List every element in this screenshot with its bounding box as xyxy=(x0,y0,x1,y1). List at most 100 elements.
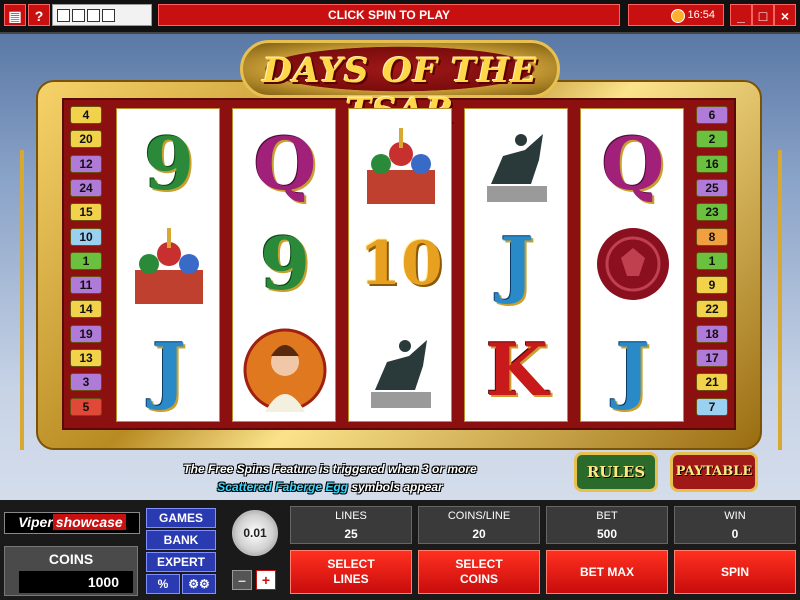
payline-marker-left[interactable]: 11 xyxy=(70,276,102,295)
spire-decoration xyxy=(778,150,782,450)
expert-button[interactable]: EXPERT xyxy=(146,552,216,572)
brand-right: showcase xyxy=(52,514,126,530)
win-label: WIN xyxy=(724,510,746,522)
symbol-nine: 9 xyxy=(143,121,195,206)
game-logo: DAYS OF THE TSAR xyxy=(240,40,560,131)
payline-marker-right[interactable]: 6 xyxy=(696,106,728,124)
coins-label: COINS xyxy=(48,551,94,567)
checkbox-icon[interactable] xyxy=(57,8,70,22)
reel-4: J K xyxy=(464,108,568,422)
rules-button[interactable]: RULES xyxy=(574,452,658,492)
lines-value: 25 xyxy=(344,527,358,541)
spin-button[interactable]: SPIN xyxy=(674,550,796,594)
symbol-nine: 9 xyxy=(259,221,311,306)
payline-marker-right[interactable]: 8 xyxy=(696,227,728,246)
checkbox-icon[interactable] xyxy=(87,8,100,22)
payline-marker-left[interactable]: 24 xyxy=(70,178,102,197)
games-button[interactable]: GAMES xyxy=(146,508,216,528)
checkbox-icon[interactable] xyxy=(102,8,115,22)
clock-icon xyxy=(671,9,685,23)
payline-marker-left[interactable]: 4 xyxy=(70,106,102,124)
reel-3: 10 xyxy=(348,108,452,422)
gear-icon: ⚙⚙ xyxy=(188,577,210,591)
status-message: CLICK SPIN TO PLAY xyxy=(158,4,620,26)
clock: 16:54 xyxy=(628,4,724,26)
lines-label: LINES xyxy=(335,510,367,522)
payline-marker-right[interactable]: 21 xyxy=(696,373,728,392)
brand-left: Viper xyxy=(18,514,53,530)
coin-increase-button[interactable]: + xyxy=(256,570,276,590)
select-lines-label: SELECT LINES xyxy=(327,557,375,586)
coins-box: COINS 1000 xyxy=(4,546,138,596)
feature-info-highlight: Scattered Faberge Egg xyxy=(217,480,348,494)
brand-logo: Viper showcase xyxy=(4,512,140,534)
payline-marker-right[interactable]: 22 xyxy=(696,300,728,319)
bet-max-button[interactable]: BET MAX xyxy=(546,550,668,594)
coins-per-line-value: 20 xyxy=(472,527,486,541)
reel-5: Q J xyxy=(580,108,684,422)
payline-marker-left[interactable]: 15 xyxy=(70,203,102,222)
coins-value: 1000 xyxy=(19,571,133,593)
win-display: WIN 0 xyxy=(674,506,796,544)
symbol-queen: Q xyxy=(601,121,665,206)
feature-info-rest: symbols appear xyxy=(348,480,443,494)
symbol-queen: Q xyxy=(253,121,317,206)
checkbox-icon[interactable] xyxy=(72,8,85,22)
payline-marker-left[interactable]: 13 xyxy=(70,349,102,367)
coin-size-chip[interactable]: 0.01 xyxy=(232,510,278,556)
select-coins-button[interactable]: SELECT COINS xyxy=(418,550,540,594)
payline-marker-right[interactable]: 25 xyxy=(696,178,728,197)
cathedral-icon xyxy=(357,117,445,211)
menu-button[interactable]: ▤ xyxy=(4,4,26,26)
feature-info-line1: The Free Spins Feature is triggered when… xyxy=(183,462,477,476)
spire-decoration xyxy=(20,150,24,450)
payline-marker-left[interactable]: 3 xyxy=(70,373,102,392)
payline-marker-right[interactable]: 18 xyxy=(696,324,728,343)
select-lines-button[interactable]: SELECT LINES xyxy=(290,550,412,594)
help-button[interactable]: ? xyxy=(28,4,50,26)
payline-marker-left[interactable]: 5 xyxy=(70,397,102,416)
coin-decrease-button[interactable]: – xyxy=(232,570,252,590)
menu-icon: ▤ xyxy=(8,8,22,24)
payline-marker-right[interactable]: 9 xyxy=(696,276,728,295)
payline-marker-left[interactable]: 19 xyxy=(70,324,102,343)
bet-label: BET xyxy=(596,510,618,522)
symbol-jack: J xyxy=(615,327,651,412)
close-button[interactable]: × xyxy=(774,4,796,26)
payline-marker-right[interactable]: 7 xyxy=(696,397,728,416)
payline-marker-left[interactable]: 20 xyxy=(70,130,102,149)
payline-marker-left[interactable]: 12 xyxy=(70,154,102,173)
bet-value: 500 xyxy=(596,527,618,541)
paytable-button[interactable]: PAYTABLE xyxy=(670,452,758,492)
coins-per-line-display: COINS/LINE 20 xyxy=(418,506,540,544)
payline-marker-right[interactable]: 1 xyxy=(696,251,728,270)
minimize-button[interactable]: _ xyxy=(730,4,752,26)
bank-button[interactable]: BANK xyxy=(146,530,216,550)
payline-marker-right[interactable]: 17 xyxy=(696,349,728,367)
payline-marker-left[interactable]: 1 xyxy=(70,251,102,270)
symbol-ten: 10 xyxy=(359,229,443,299)
bet-display: BET 500 xyxy=(546,506,668,544)
symbol-jack: J xyxy=(499,221,535,306)
reel-2: Q 9 xyxy=(232,108,336,422)
select-coins-label: SELECT COINS xyxy=(455,557,503,586)
settings-icons[interactable] xyxy=(52,4,152,26)
settings-button[interactable]: ⚙⚙ xyxy=(182,574,216,594)
horseman-icon xyxy=(473,117,561,211)
lines-display: LINES 25 xyxy=(290,506,412,544)
percent-button[interactable]: % xyxy=(146,574,180,594)
payline-marker-left[interactable]: 10 xyxy=(70,227,102,246)
bet-max-label: BET MAX xyxy=(580,564,634,579)
maximize-button[interactable]: □ xyxy=(752,4,774,26)
top-bar: ▤ ? CLICK SPIN TO PLAY 16:54 _ □ × xyxy=(0,0,800,34)
feature-info-line2: Scattered Faberge Egg symbols appear xyxy=(120,480,540,494)
payline-marker-right[interactable]: 23 xyxy=(696,203,728,222)
clock-time: 16:54 xyxy=(687,9,715,21)
payline-marker-left[interactable]: 14 xyxy=(70,300,102,319)
wax-seal-icon xyxy=(589,217,677,311)
payline-marker-right[interactable]: 2 xyxy=(696,130,728,149)
coins-per-line-label: COINS/LINE xyxy=(447,510,511,522)
tsarina-icon xyxy=(241,323,329,417)
payline-marker-right[interactable]: 16 xyxy=(696,154,728,173)
symbol-jack: J xyxy=(151,327,187,412)
